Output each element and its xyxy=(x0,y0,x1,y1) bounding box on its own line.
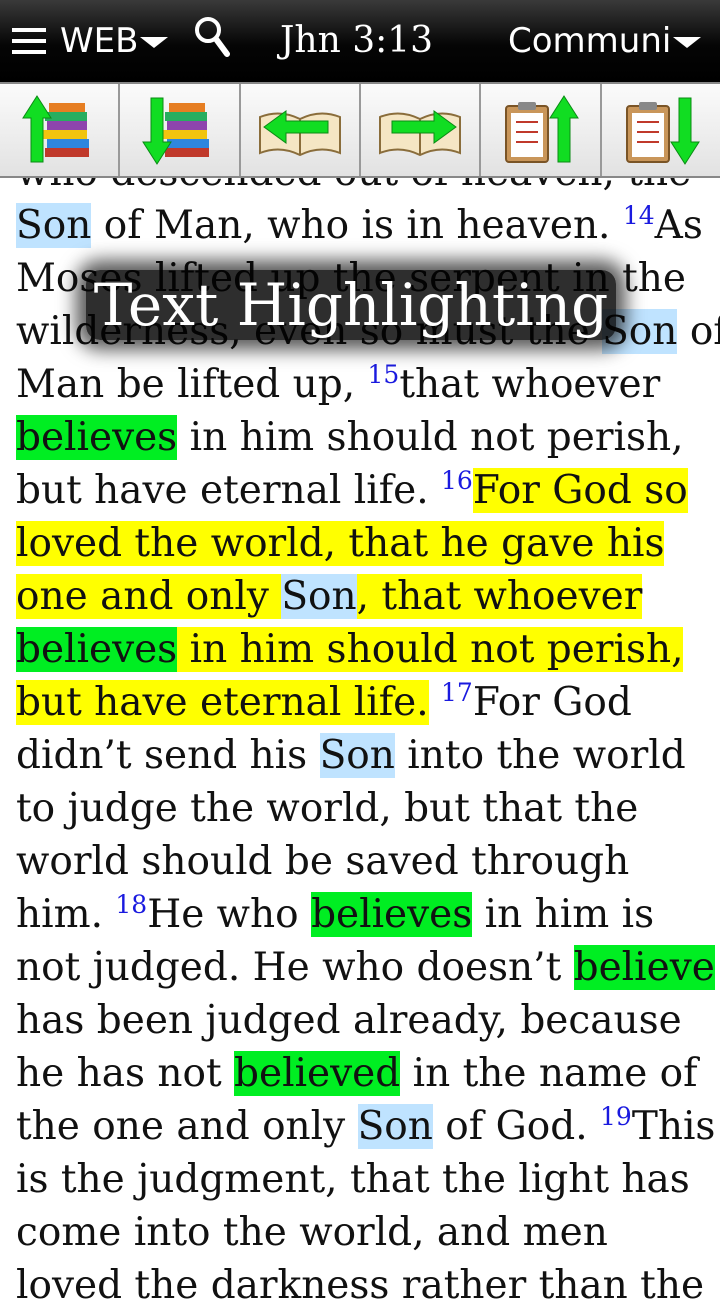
next-chapter-button[interactable] xyxy=(360,84,482,176)
feature-banner: Text Highlighting xyxy=(86,270,616,340)
verse-text: not judged. He who doesn’t xyxy=(16,945,574,990)
book-stack-down-icon xyxy=(142,97,210,165)
text-line: loved the world, that he gave his xyxy=(16,517,706,570)
verse-text: He who xyxy=(147,892,312,937)
verse-text: to judge the world, but that the xyxy=(16,786,639,831)
verse-text: the one and only xyxy=(16,1104,358,1149)
text-line: loved the darkness rather than the xyxy=(16,1259,706,1312)
text-line: Son of Man, who is in heaven. 14As xyxy=(16,199,706,252)
verse-text: loved the darkness rather than the xyxy=(16,1263,705,1308)
text-line: has been judged already, because xyxy=(16,994,706,1047)
verse-text: of God. xyxy=(432,1104,601,1149)
verse-text: in him should not perish, xyxy=(177,415,684,460)
text-line: come into the world, and men xyxy=(16,1206,706,1259)
next-book-button[interactable] xyxy=(120,84,241,176)
translation-label: WEB xyxy=(60,21,139,61)
text-line: is the judgment, that the light has xyxy=(16,1153,706,1206)
yellow-highlight: in him should not perish, xyxy=(177,627,684,672)
book-prev-icon xyxy=(258,110,341,157)
verse-text: As xyxy=(654,203,703,248)
text-line: to judge the world, but that the xyxy=(16,782,706,835)
verse-text: but have eternal life. xyxy=(16,468,442,513)
previous-commentary-button[interactable] xyxy=(481,84,602,176)
verse-number[interactable]: 19 xyxy=(600,1102,632,1131)
text-line: one and only Son, that whoever xyxy=(16,570,706,623)
text-line: him. 18He who believes in him is xyxy=(16,888,706,941)
verse-text: come into the world, and men xyxy=(16,1210,608,1255)
verse-number[interactable]: 16 xyxy=(441,466,473,495)
verse-text: into the world xyxy=(394,733,686,778)
text-line: world should be saved through xyxy=(16,835,706,888)
text-line: but have eternal life. 17For God xyxy=(16,676,706,729)
next-commentary-button[interactable] xyxy=(601,84,720,176)
green-highlight: believes xyxy=(16,627,178,672)
blue-highlight: Son xyxy=(319,733,395,778)
verse-number[interactable]: 14 xyxy=(623,201,655,230)
text-line: believes in him should not perish, xyxy=(16,411,706,464)
verse-text: he has not xyxy=(16,1051,235,1096)
verse-text: didn’t send his xyxy=(16,733,320,778)
book-next-icon xyxy=(379,110,462,157)
previous-book-button[interactable] xyxy=(0,84,121,176)
verse-number[interactable]: 17 xyxy=(441,678,473,707)
previous-chapter-button[interactable] xyxy=(240,84,361,176)
app-title-bar: WEB Jhn 3:13 Communi xyxy=(0,0,720,82)
yellow-highlight: one and only xyxy=(16,574,282,619)
book-stack-up-icon xyxy=(22,95,90,163)
chevron-down-icon xyxy=(673,37,702,48)
chevron-down-icon xyxy=(140,37,169,48)
clipboard-down-icon xyxy=(625,97,700,165)
yellow-highlight: loved the world, that he gave his xyxy=(16,521,665,566)
blue-highlight: Son xyxy=(16,203,92,248)
yellow-highlight: For God so xyxy=(472,468,688,513)
verse-text: Man be lifted up, xyxy=(16,362,368,407)
verse-text: is the judgment, that the light has xyxy=(16,1157,690,1202)
verse-text: world should be saved through xyxy=(16,839,630,884)
verse-reference[interactable]: Jhn 3:13 xyxy=(280,0,433,82)
verse-text: This xyxy=(631,1104,716,1149)
yellow-highlight: , that whoever xyxy=(356,574,643,619)
verse-text: has been judged already, because xyxy=(16,998,682,1043)
verse-text: For God xyxy=(472,680,632,725)
commentary-selector[interactable]: Communi xyxy=(508,0,702,82)
menu-icon[interactable] xyxy=(12,0,46,82)
search-icon[interactable] xyxy=(192,0,232,82)
green-highlight: believe xyxy=(573,945,715,990)
clipboard-up-icon xyxy=(505,95,580,163)
verse-number[interactable]: 18 xyxy=(115,890,147,919)
text-line: not judged. He who doesn’t believe xyxy=(16,941,715,994)
green-highlight: believes xyxy=(16,415,178,460)
green-highlight: believes xyxy=(311,892,473,937)
text-line: believes in him should not perish, xyxy=(16,623,706,676)
green-highlight: believed xyxy=(234,1051,401,1096)
navigation-toolbar xyxy=(0,82,720,178)
text-line: Man be lifted up, 15that whoever xyxy=(16,358,706,411)
text-line: he has not believed in the name of xyxy=(16,1047,706,1100)
verse-text: of xyxy=(689,309,720,354)
verse-text: in him is xyxy=(472,892,655,937)
verse-text: him. xyxy=(16,892,116,937)
verse-text: in the name of xyxy=(400,1051,698,1096)
translation-selector[interactable]: WEB xyxy=(60,0,169,82)
text-line: but have eternal life. 16For God so xyxy=(16,464,706,517)
blue-highlight: Son xyxy=(357,1104,433,1149)
verse-text xyxy=(429,680,441,725)
text-line: didn’t send his Son into the world xyxy=(16,729,706,782)
text-line: the one and only Son of God. 19This xyxy=(16,1100,715,1153)
blue-highlight: Son xyxy=(281,574,357,619)
yellow-highlight: but have eternal life. xyxy=(16,680,429,725)
verse-text: that whoever xyxy=(399,362,661,407)
feature-banner-text: Text Highlighting xyxy=(93,271,609,339)
commentary-label: Communi xyxy=(508,21,672,61)
verse-text: of Man, who is in heaven. xyxy=(91,203,623,248)
verse-number[interactable]: 15 xyxy=(368,360,400,389)
